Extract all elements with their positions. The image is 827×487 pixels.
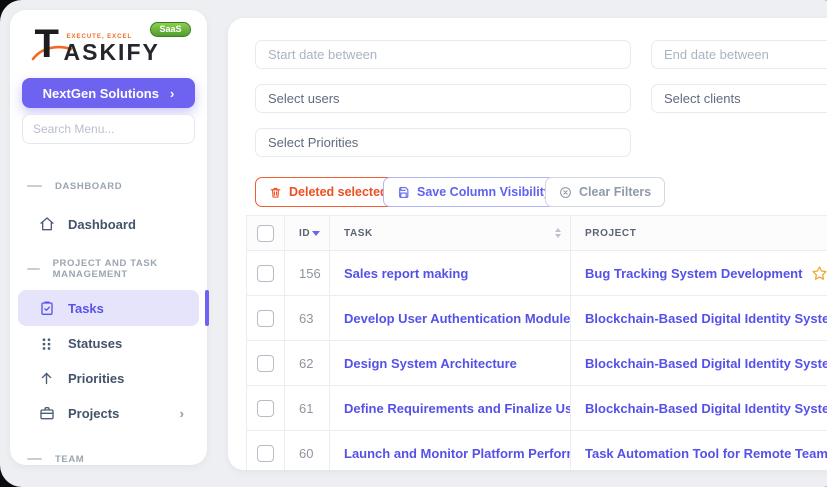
active-item-indicator [205, 290, 209, 326]
section-dash-icon [27, 268, 40, 270]
section-label: DASHBOARD [55, 181, 122, 192]
task-id: 156 [285, 251, 330, 296]
chevron-right-icon: › [170, 86, 174, 101]
clear-filters-label: Clear Filters [579, 185, 651, 199]
statuses-icon [38, 335, 55, 352]
arrow-up-icon [38, 370, 55, 387]
chevron-right-icon: › [180, 406, 184, 421]
app-logo: T ASKIFY EXECUTE, EXCEL SaaS [10, 26, 207, 74]
main-content: Select users Select clients Select Prior… [228, 18, 827, 470]
column-header-task[interactable]: TASK [330, 216, 571, 251]
select-priorities-dropdown[interactable]: Select Priorities [255, 128, 631, 157]
workspace-button[interactable]: NextGen Solutions › [22, 78, 195, 108]
task-id: 60 [285, 431, 330, 471]
select-users-dropdown[interactable]: Select users [255, 84, 631, 113]
row-checkbox[interactable] [257, 310, 274, 327]
table-row: 60 Launch and Monitor Platform Performan… [247, 431, 827, 471]
sidebar-item-label: Projects [68, 406, 119, 421]
start-date-filter[interactable] [255, 40, 631, 69]
column-header-id-label: ID [299, 228, 310, 239]
logo-text: ASKIFY [64, 40, 160, 64]
project-link[interactable]: Blockchain-Based Digital Identity System [585, 356, 827, 371]
sidebar-section-dashboard: DASHBOARD [10, 179, 207, 193]
task-link[interactable]: Define Requirements and Finalize Use Cas… [344, 401, 571, 416]
workspace-button-label: NextGen Solutions [43, 86, 159, 101]
sort-icon[interactable] [555, 228, 561, 238]
task-id: 63 [285, 296, 330, 341]
sidebar-item-projects[interactable]: Projects › [18, 395, 199, 431]
task-link[interactable]: Develop User Authentication Module [344, 311, 570, 326]
search-menu-input[interactable] [22, 114, 195, 144]
row-checkbox[interactable] [257, 355, 274, 372]
save-column-visibility-label: Save Column Visibility [417, 185, 551, 199]
project-link[interactable]: Bug Tracking System Development [585, 266, 802, 281]
task-id: 61 [285, 386, 330, 431]
sidebar-item-label: Priorities [68, 371, 124, 386]
sidebar-item-label: Statuses [68, 336, 122, 351]
end-date-filter[interactable] [651, 40, 827, 69]
table-row: 156 Sales report making Bug Tracking Sys… [247, 251, 827, 296]
clear-filters-button[interactable]: Clear Filters [545, 177, 665, 207]
select-clients-dropdown[interactable]: Select clients [651, 84, 827, 113]
briefcase-icon [38, 405, 55, 422]
sidebar-item-statuses[interactable]: Statuses [18, 325, 199, 361]
delete-selected-label: Deleted selected [289, 185, 388, 199]
circle-x-icon [559, 186, 572, 199]
table-row: 63 Develop User Authentication Module Bl… [247, 296, 827, 341]
sidebar-section-team: TEAM [10, 452, 207, 466]
column-header-project[interactable]: PROJECT [571, 216, 827, 251]
section-label: PROJECT AND TASK MANAGEMENT [53, 258, 207, 280]
favorite-star-icon[interactable] [811, 265, 827, 282]
project-link[interactable]: Task Automation Tool for Remote Teams [585, 446, 827, 461]
section-dash-icon [27, 185, 42, 187]
sort-desc-icon[interactable] [312, 231, 320, 236]
table-header-row: ID TASK PROJECT [247, 216, 827, 251]
row-checkbox[interactable] [257, 445, 274, 462]
sidebar-item-dashboard[interactable]: Dashboard [18, 206, 199, 242]
saas-badge: SaaS [150, 22, 190, 37]
delete-selected-button[interactable]: Deleted selected [255, 177, 402, 207]
task-id: 62 [285, 341, 330, 386]
task-link[interactable]: Design System Architecture [344, 356, 517, 371]
save-column-visibility-button[interactable]: Save Column Visibility [383, 177, 565, 207]
home-icon [38, 216, 55, 233]
row-checkbox[interactable] [257, 400, 274, 417]
app-logo-inner: T ASKIFY EXECUTE, EXCEL SaaS [31, 26, 187, 72]
app-window: T ASKIFY EXECUTE, EXCEL SaaS NextGen Sol… [0, 0, 827, 487]
sidebar-item-tasks[interactable]: Tasks [18, 290, 199, 326]
row-checkbox[interactable] [257, 265, 274, 282]
sidebar-section-project-task: PROJECT AND TASK MANAGEMENT [10, 262, 207, 276]
sidebar-item-label: Dashboard [68, 217, 136, 232]
sidebar-item-label: Tasks [68, 301, 104, 316]
trash-icon [269, 186, 282, 199]
tasks-icon [38, 300, 55, 317]
section-label: TEAM [55, 454, 84, 465]
logo-letter: T [35, 24, 58, 64]
task-link[interactable]: Launch and Monitor Platform Performance [344, 446, 571, 461]
project-link[interactable]: Blockchain-Based Digital Identity System [585, 401, 827, 416]
select-all-checkbox[interactable] [257, 225, 274, 242]
sidebar-item-priorities[interactable]: Priorities [18, 360, 199, 396]
sidebar: T ASKIFY EXECUTE, EXCEL SaaS NextGen Sol… [10, 10, 207, 465]
column-header-task-label: TASK [344, 228, 373, 239]
logo-tagline: EXECUTE, EXCEL [67, 34, 133, 40]
project-link[interactable]: Blockchain-Based Digital Identity System [585, 311, 827, 326]
table-row: 62 Design System Architecture Blockchain… [247, 341, 827, 386]
section-dash-icon [27, 458, 42, 460]
column-header-project-label: PROJECT [585, 228, 636, 239]
save-icon [397, 186, 410, 199]
task-link[interactable]: Sales report making [344, 266, 468, 281]
tasks-table: ID TASK PROJECT [246, 215, 827, 470]
column-header-id[interactable]: ID [285, 216, 330, 251]
table-row: 61 Define Requirements and Finalize Use … [247, 386, 827, 431]
